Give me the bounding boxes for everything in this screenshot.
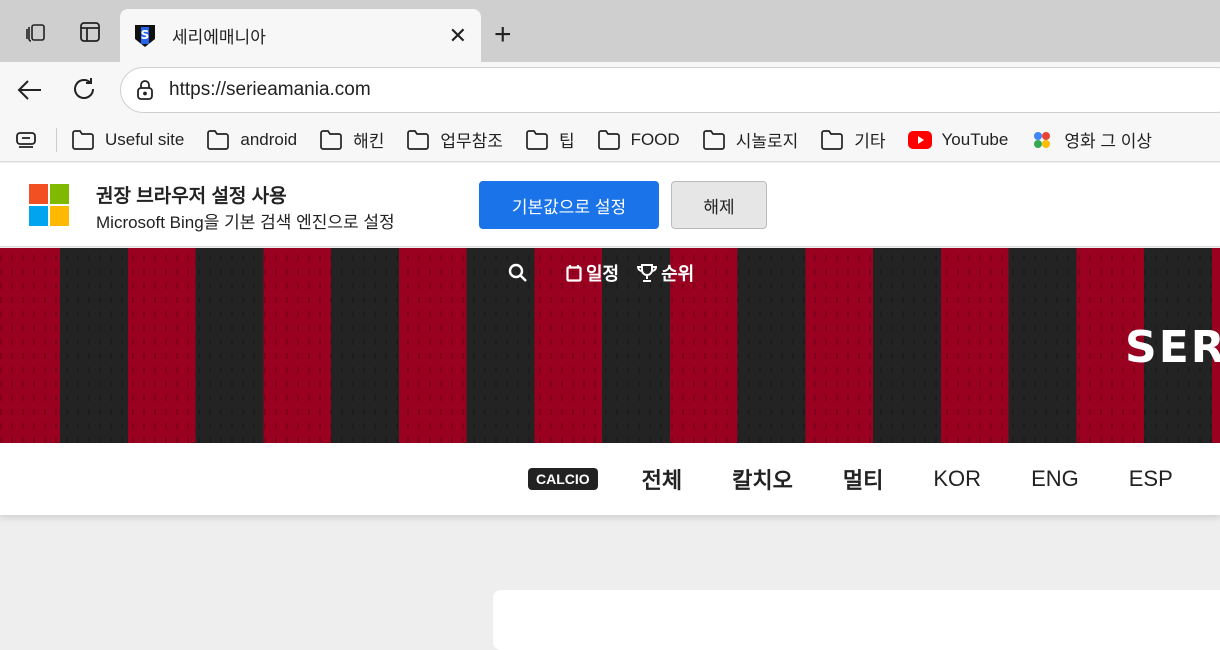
content-card [493, 590, 1220, 650]
bookmark-folder[interactable]: 해킨 [319, 127, 384, 152]
url-text[interactable]: https://serieamania.com [169, 79, 371, 101]
folder-icon [702, 129, 726, 151]
bookmark-label: YouTube [941, 129, 1009, 149]
trophy-icon [637, 264, 658, 282]
bookmark-folder[interactable]: 팁 [525, 127, 575, 152]
address-bar[interactable]: https://serieamania.com [120, 67, 1220, 113]
microsoft-logo-icon [29, 184, 69, 226]
bookmark-label: 기타 [854, 132, 886, 151]
svg-text:S: S [141, 28, 150, 42]
bookmark-folder[interactable]: Useful site [71, 129, 184, 151]
folder-icon [406, 129, 430, 151]
category-multi[interactable]: 멀티 [843, 463, 883, 495]
bookmark-label: FOOD [630, 129, 680, 149]
workspaces-icon[interactable] [24, 20, 48, 44]
category-esp[interactable]: ESP [1129, 466, 1173, 492]
tab-strip: S 세리에매니아 ✕ + [0, 0, 1220, 62]
bookmark-label: 해킨 [353, 132, 385, 151]
tab-actions-icon[interactable] [79, 21, 101, 43]
search-icon[interactable] [508, 263, 528, 283]
folder-icon [319, 129, 343, 151]
folder-icon [525, 129, 549, 151]
top-nav: 일정 순위 [508, 260, 694, 286]
tab-title: 세리에매니아 [172, 28, 266, 47]
collections-icon[interactable] [14, 130, 38, 150]
refresh-icon[interactable] [71, 76, 97, 102]
lock-icon[interactable] [135, 79, 155, 101]
category-all[interactable]: 전체 [642, 463, 682, 495]
bookmark-label: 시놀로지 [735, 132, 799, 151]
category-eng[interactable]: ENG [1031, 466, 1079, 492]
movie-site-icon [1030, 128, 1054, 152]
folder-icon [820, 129, 844, 151]
category-calcio[interactable]: 칼치오 [732, 463, 793, 495]
bookmark-label: 팁 [558, 132, 575, 151]
site-header-banner: 일정 순위 SER [0, 248, 1220, 443]
bookmark-folder[interactable]: 업무참조 [406, 127, 503, 152]
site-logo[interactable]: SER [1125, 322, 1220, 373]
back-icon[interactable] [16, 76, 44, 104]
close-tab-icon[interactable]: ✕ [449, 23, 467, 49]
bookmark-folder[interactable]: 시놀로지 [702, 127, 799, 152]
new-tab-icon[interactable]: + [494, 18, 512, 52]
set-default-button[interactable]: 기본값으로 설정 [479, 181, 659, 229]
bookmark-label: Useful site [105, 129, 185, 149]
infobar-title: 권장 브라우저 설정 사용 [96, 186, 287, 207]
bookmarks-bar: Useful site android 해킨 업무참조 팁 FOOD 시놀로지 … [0, 118, 1220, 162]
infobar-subtitle: Microsoft Bing을 기본 검색 엔진으로 설정 [96, 213, 395, 232]
navigation-toolbar: https://serieamania.com [0, 62, 1220, 118]
calendar-icon [566, 264, 582, 282]
standings-link[interactable]: 순위 [637, 260, 694, 286]
default-browser-infobar: 권장 브라우저 설정 사용 Microsoft Bing을 기본 검색 엔진으로… [0, 163, 1220, 247]
schedule-link[interactable]: 일정 [566, 260, 619, 286]
category-kor[interactable]: KOR [933, 466, 981, 492]
bookmark-label: 업무참조 [440, 132, 503, 151]
dismiss-button[interactable]: 해제 [671, 181, 767, 229]
folder-icon [597, 129, 621, 151]
folder-icon [71, 129, 95, 151]
category-nav: CALCIO 전체 칼치오 멀티 KOR ENG ESP G [0, 443, 1220, 515]
youtube-icon [907, 130, 932, 149]
calcio-badge[interactable]: CALCIO [528, 468, 598, 490]
bookmark-youtube[interactable]: YouTube [907, 129, 1009, 150]
schedule-label: 일정 [586, 264, 620, 284]
active-tab[interactable]: S 세리에매니아 ✕ [120, 9, 481, 62]
bookmark-folder[interactable]: FOOD [597, 129, 680, 151]
bookmark-folder[interactable]: 기타 [820, 127, 886, 152]
site-favicon: S [134, 24, 156, 48]
bookmark-folder[interactable]: android [206, 129, 297, 151]
folder-icon [206, 129, 230, 151]
standings-label: 순위 [661, 264, 695, 284]
bookmark-label: android [240, 129, 298, 149]
bookmark-movie[interactable]: 영화 그 이상 [1030, 127, 1152, 152]
bookmark-label: 영화 그 이상 [1064, 132, 1152, 151]
